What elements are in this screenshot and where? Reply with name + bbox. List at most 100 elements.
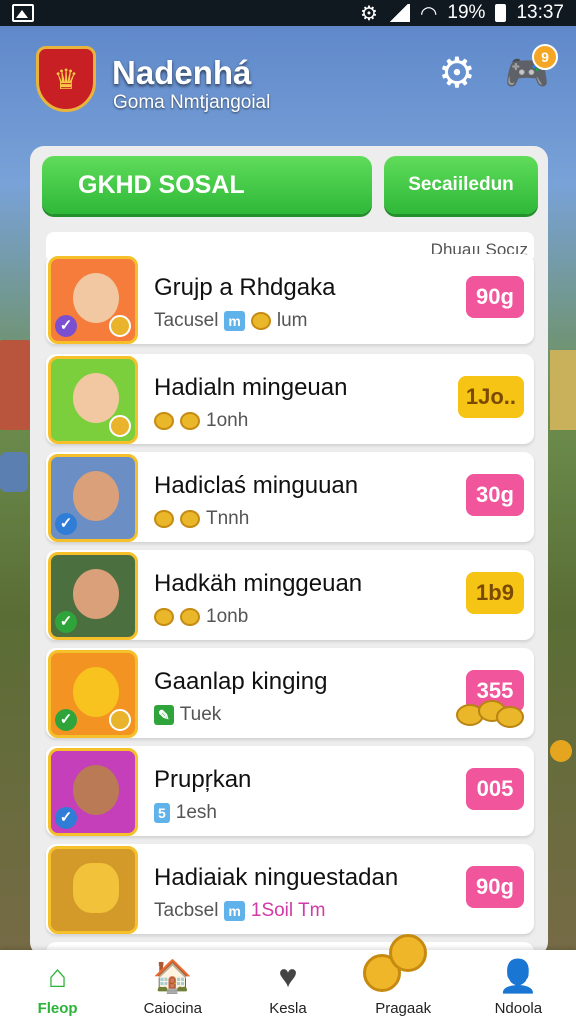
background-house — [0, 340, 30, 430]
item-title: Hadiaiak ninguestadan — [154, 864, 399, 891]
nav-item-profile[interactable]: 👤 Ndoola — [468, 950, 568, 1018]
item-title: Hadialn mingeuan — [154, 374, 348, 401]
main-panel: GKHD SOSAL Secaiiledun Dhuaıı Socız ✓ Gr… — [30, 146, 548, 956]
check-icon: ✓ — [55, 315, 77, 337]
item-subtitle: ✎ Tuek — [154, 704, 221, 726]
item-subtitle: 1onh — [154, 410, 248, 432]
reward-badge[interactable]: 90g — [466, 866, 524, 908]
list-item[interactable]: ✓ Grujp a Rhdgaka Tacusel m lum 90g — [46, 254, 534, 344]
nav-label: Ndoola — [494, 1000, 543, 1017]
list-item[interactable]: ✓ Hadiclaś minguuan Tnnh 30g — [46, 452, 534, 542]
avatar — [73, 471, 119, 521]
item-sub-badge: 5 — [154, 803, 170, 823]
item-thumbnail: ✓ — [48, 748, 138, 836]
coin-icon — [180, 510, 200, 528]
item-thumbnail — [48, 846, 138, 934]
item-sub-suffix: lum — [276, 310, 308, 331]
shop-icon: 🏠 — [152, 958, 193, 994]
avatar — [73, 569, 119, 619]
bottom-nav: ⌂ Fleop 🏠 Caiocina ♥ Kesla ● Pragaak 👤 N… — [0, 934, 576, 1024]
battery-icon — [495, 4, 507, 22]
item-sub-badge: m — [224, 311, 245, 331]
item-sub-suffix: 1esh — [175, 802, 217, 823]
heart-icon: ♥ — [278, 958, 298, 994]
wifi-icon: ◠ — [419, 2, 438, 25]
item-sub-prefix: Tacusel — [154, 310, 219, 331]
nav-item-shop[interactable]: 🏠 Caiocina — [123, 950, 223, 1018]
coin-icon — [109, 415, 131, 437]
gear-icon: ⚙ — [360, 2, 378, 25]
coin-stack-icon — [73, 863, 119, 913]
list-item[interactable]: ✓ Prupŗkan 5 1esh 005 — [46, 746, 534, 836]
item-subtitle: Tnnh — [154, 508, 249, 530]
item-sub-suffix: 1onh — [206, 410, 249, 431]
coin-icon — [109, 315, 131, 337]
reward-badge[interactable]: 1Jo.. — [457, 376, 524, 418]
signal-icon — [387, 4, 410, 22]
list-item[interactable]: Hadialn mingeuan 1onh 1Jo.. — [46, 354, 534, 444]
reward-badge[interactable]: 90g — [466, 276, 524, 318]
crest-logo-icon: ♛ — [36, 46, 96, 112]
item-sub-suffix: Tnnh — [206, 508, 250, 529]
nav-label: Kesla — [269, 1000, 307, 1017]
coins-icon — [363, 934, 433, 994]
item-title: Hadkäh minggeuan — [154, 570, 363, 597]
background-building — [550, 350, 576, 430]
nav-item-coins[interactable]: ● Pragaak — [353, 934, 453, 1018]
item-subtitle: Tacusel m lum — [154, 310, 308, 332]
item-title: Prupŗkan — [154, 766, 252, 793]
avatar — [73, 273, 119, 323]
reward-badge[interactable]: 30g — [466, 474, 524, 516]
nav-label: Pragaak — [375, 1000, 432, 1017]
app-subtitle: Goma Nmtjangoial — [113, 92, 271, 113]
status-bar: ⚙ ◠ 19% 13:37 — [0, 0, 576, 26]
avatar — [73, 373, 119, 423]
nav-label: Fleop — [37, 1000, 78, 1017]
item-sub-suffix: Tuek — [179, 704, 222, 725]
item-thumbnail: ✓ — [48, 454, 138, 542]
item-subtitle: 1onb — [154, 606, 248, 628]
avatar — [73, 765, 119, 815]
battery-percent: 19% — [447, 2, 486, 23]
item-title: Hadiclaś minguuan — [154, 472, 359, 499]
list-item[interactable]: ✓ Gaanlap kinging ✎ Tuek 355 — [46, 648, 534, 738]
background-car — [0, 452, 28, 492]
sun-icon — [73, 667, 119, 717]
item-title: Gaanlap kinging — [154, 668, 328, 695]
coin-icon — [109, 709, 131, 731]
item-sub-suffix: 1Soil Tm — [250, 900, 326, 921]
app-title: Nadenhá — [112, 54, 252, 91]
item-sub-badge: m — [224, 901, 245, 921]
clock: 13:37 — [516, 2, 564, 23]
settings-gear-icon[interactable]: ⚙ — [436, 52, 478, 94]
tab-scheduled[interactable]: Secaiiledun — [384, 156, 538, 214]
feather-icon: ✎ — [154, 705, 174, 725]
item-thumbnail: ✓ — [48, 256, 138, 344]
coin-icon — [180, 412, 200, 430]
nav-label: Caiocina — [143, 1000, 202, 1017]
item-thumbnail: ✓ — [48, 650, 138, 738]
coin-icon — [154, 510, 174, 528]
nav-item-favorites[interactable]: ♥ Kesla — [238, 950, 338, 1018]
check-icon: ✓ — [55, 709, 77, 731]
coin-icon — [180, 608, 200, 626]
gallery-icon — [12, 4, 34, 22]
coin-icon — [154, 412, 174, 430]
list-item[interactable]: Hadiaiak ninguestadan Tacbsel m 1Soil Tm… — [46, 844, 534, 934]
app-header: ♛ Nadenhá Goma Nmtjangoial ⚙ 🎮 9 — [0, 40, 576, 130]
reward-badge[interactable]: 005 — [466, 768, 524, 810]
check-icon: ✓ — [55, 807, 77, 829]
coin-icon — [154, 608, 174, 626]
item-thumbnail: ✓ — [48, 552, 138, 640]
notification-badge: 9 — [532, 44, 558, 70]
item-sub-prefix: Tacbsel — [154, 900, 219, 921]
home-icon: ⌂ — [47, 958, 68, 994]
item-thumbnail — [48, 356, 138, 444]
nav-item-home[interactable]: ⌂ Fleop — [8, 950, 108, 1018]
tab-social[interactable]: GKHD SOSAL — [42, 156, 372, 214]
profile-icon: 👤 — [498, 958, 539, 994]
list-item[interactable]: ✓ Hadkäh minggeuan 1onb 1b9 — [46, 550, 534, 640]
reward-badge[interactable]: 1b9 — [466, 572, 524, 614]
item-subtitle: Tacbsel m 1Soil Tm — [154, 900, 326, 922]
coins-pile-icon — [456, 700, 524, 728]
